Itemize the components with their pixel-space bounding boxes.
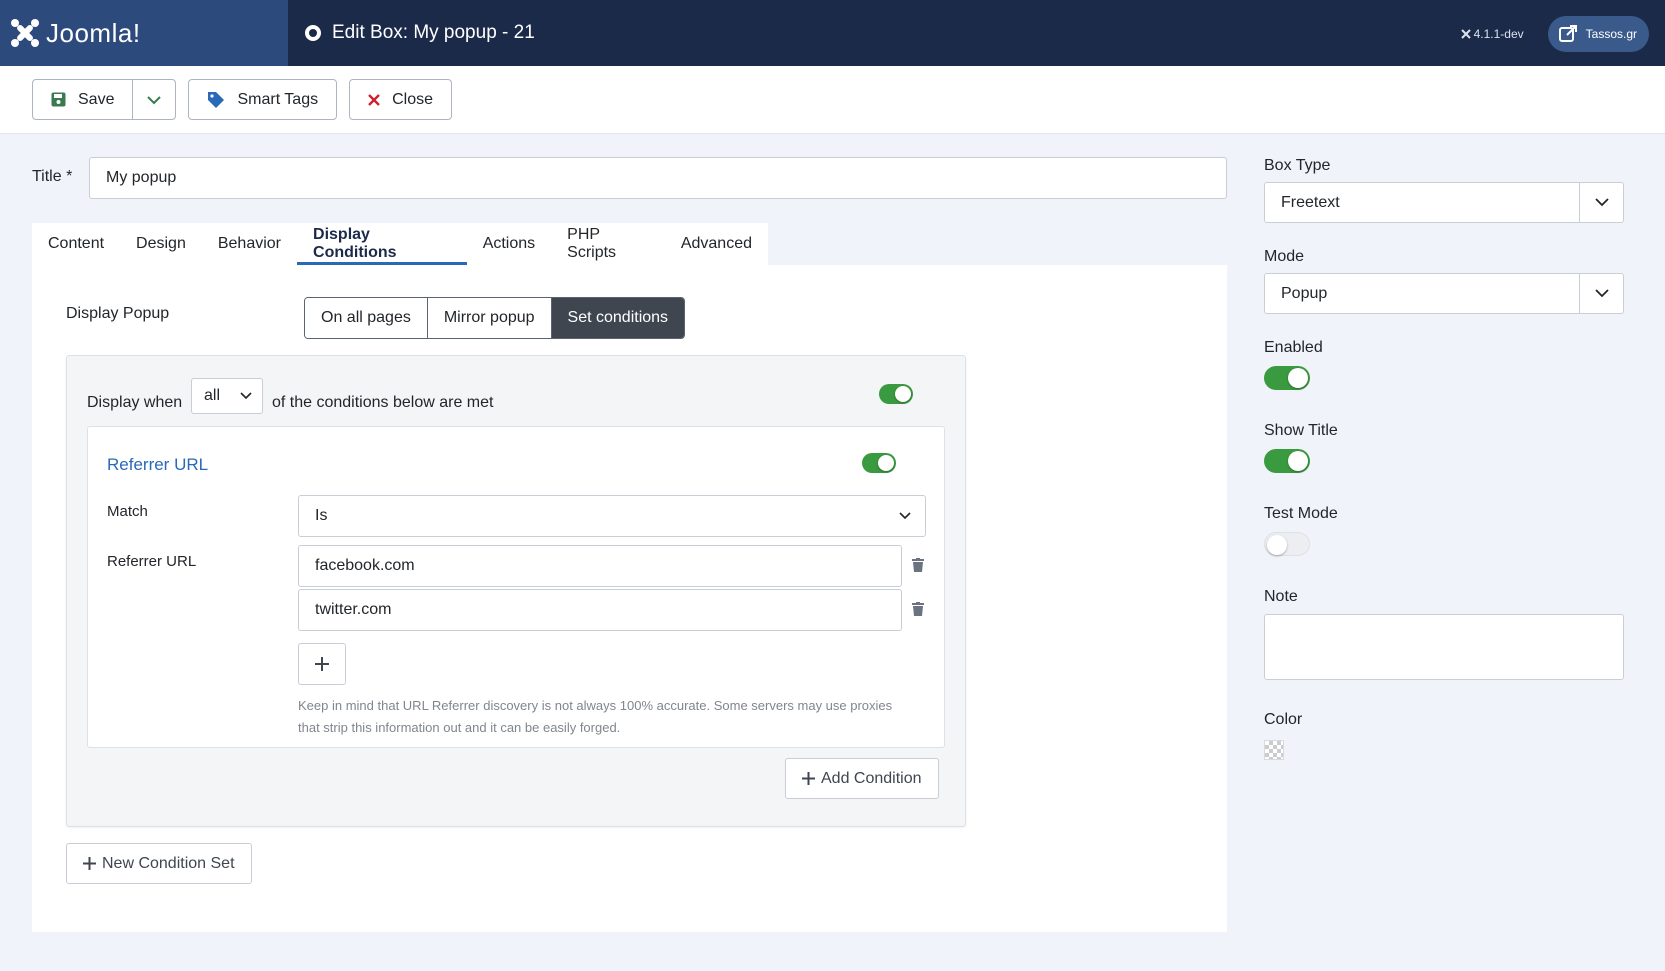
color-label: Color <box>1264 711 1303 728</box>
tag-icon <box>208 91 225 108</box>
save-icon <box>51 92 66 107</box>
toggle-knob <box>878 455 894 471</box>
add-condition-label: Add Condition <box>821 769 922 787</box>
box-type-caret <box>1579 183 1623 222</box>
plus-icon <box>315 657 329 671</box>
match-all-value: all <box>204 387 221 404</box>
top-header: Joomla! Edit Box: My popup - 21 4.1.1-de… <box>0 0 1665 66</box>
condition-set: Display when all of the conditions below… <box>66 355 966 827</box>
condition-toggle[interactable] <box>862 453 896 473</box>
mode-select[interactable]: Popup <box>1264 273 1624 314</box>
smart-tags-label: Smart Tags <box>237 90 319 108</box>
toggle-knob <box>895 386 911 402</box>
title-input-value: My popup <box>106 169 177 186</box>
toggle-knob <box>1267 535 1287 555</box>
new-condition-set-label: New Condition Set <box>102 854 235 872</box>
referrer-url-input[interactable]: twitter.com <box>298 589 902 631</box>
box-type-label: Box Type <box>1264 157 1331 174</box>
tab-actions[interactable]: Actions <box>467 223 551 265</box>
mode-caret <box>1579 274 1623 313</box>
joomla-logo-icon <box>11 19 39 47</box>
option-set-conditions[interactable]: Set conditions <box>551 298 685 338</box>
chevron-down-icon <box>1594 289 1609 298</box>
test-mode-toggle[interactable] <box>1264 532 1310 556</box>
referrer-url-input[interactable]: facebook.com <box>298 545 902 587</box>
match-label: Match <box>107 503 148 520</box>
enabled-toggle[interactable] <box>1264 366 1310 390</box>
toggle-knob <box>1288 368 1308 388</box>
chevron-down-icon <box>899 512 911 520</box>
match-select-value: Is <box>315 507 328 524</box>
match-select[interactable]: Is <box>298 495 926 537</box>
color-picker-swatch[interactable] <box>1264 740 1284 760</box>
close-icon <box>368 93 380 106</box>
referrer-url-value: twitter.com <box>315 601 392 618</box>
save-label: Save <box>78 90 115 108</box>
edit-tabs: Content Design Behavior Display Conditio… <box>32 223 768 265</box>
new-condition-set-button[interactable]: New Condition Set <box>66 843 252 884</box>
show-title-toggle[interactable] <box>1264 449 1310 473</box>
add-url-button[interactable] <box>298 643 346 685</box>
save-button[interactable]: Save <box>33 80 132 119</box>
note-label: Note <box>1264 588 1298 605</box>
plus-icon <box>83 857 96 870</box>
tab-behavior[interactable]: Behavior <box>202 223 297 265</box>
title-input[interactable]: My popup <box>89 157 1227 199</box>
save-dropdown-toggle[interactable] <box>132 80 175 119</box>
mode-label: Mode <box>1264 248 1305 265</box>
note-textarea[interactable] <box>1264 614 1624 680</box>
close-label: Close <box>392 90 433 108</box>
condition-title: Referrer URL <box>107 455 209 474</box>
match-all-select[interactable]: all <box>191 378 263 414</box>
test-mode-label: Test Mode <box>1264 505 1338 522</box>
tab-php-scripts[interactable]: PHP Scripts <box>551 223 665 265</box>
joomla-logo[interactable]: Joomla! <box>0 0 288 66</box>
smart-tags-button[interactable]: Smart Tags <box>188 79 338 120</box>
external-link-icon <box>1558 25 1577 42</box>
tab-display-conditions[interactable]: Display Conditions <box>297 223 467 265</box>
chevron-down-icon <box>147 95 162 104</box>
referrer-hint: Keep in mind that URL Referrer discovery… <box>298 698 893 735</box>
condition-referrer-url: Referrer URL Match Is Referrer URL faceb… <box>87 426 945 748</box>
display-conditions-panel: Display Popup On all pages Mirror popup … <box>32 265 1227 932</box>
title-label: Title * <box>32 168 73 185</box>
box-type-select[interactable]: Freetext <box>1264 182 1624 223</box>
option-on-all-pages[interactable]: On all pages <box>305 298 428 338</box>
referrer-url-value: facebook.com <box>315 557 415 574</box>
toolbar: Save Smart Tags Close <box>0 66 1665 134</box>
add-condition-button[interactable]: Add Condition <box>785 758 939 799</box>
page-title: Edit Box: My popup - 21 <box>304 22 535 44</box>
display-popup-options: On all pages Mirror popup Set conditions <box>304 297 686 339</box>
version-label: 4.1.1-dev <box>1460 27 1524 41</box>
joomla-small-icon <box>1460 29 1471 39</box>
chevron-down-icon <box>240 392 252 400</box>
page-title-text: Edit Box: My popup - 21 <box>332 22 535 43</box>
chevron-down-icon <box>1594 198 1609 207</box>
toggle-knob <box>1288 451 1308 471</box>
version-text: 4.1.1-dev <box>1473 27 1524 41</box>
view-site-button[interactable]: Tassos.gr <box>1547 16 1649 52</box>
enabled-label: Enabled <box>1264 339 1323 356</box>
box-type-value: Freetext <box>1281 193 1340 211</box>
circle-dot-icon <box>305 25 321 41</box>
trash-icon[interactable] <box>912 602 924 616</box>
tab-design[interactable]: Design <box>120 223 202 265</box>
joomla-logo-text: Joomla! <box>46 17 141 48</box>
display-popup-label: Display Popup <box>66 305 170 322</box>
condition-set-toggle[interactable] <box>879 384 913 404</box>
tab-advanced[interactable]: Advanced <box>665 223 768 265</box>
trash-icon[interactable] <box>912 558 924 572</box>
save-button-group: Save <box>32 79 177 120</box>
referrer-url-label: Referrer URL <box>107 553 197 570</box>
plus-icon <box>802 772 815 785</box>
option-mirror-popup[interactable]: Mirror popup <box>427 298 552 338</box>
mode-value: Popup <box>1281 284 1328 302</box>
close-button[interactable]: Close <box>349 79 452 120</box>
display-when-label: Display when <box>87 394 183 411</box>
tab-content[interactable]: Content <box>32 223 120 265</box>
display-when-suffix: of the conditions below are met <box>272 394 494 411</box>
site-link-text: Tassos.gr <box>1585 27 1637 41</box>
show-title-label: Show Title <box>1264 422 1338 439</box>
